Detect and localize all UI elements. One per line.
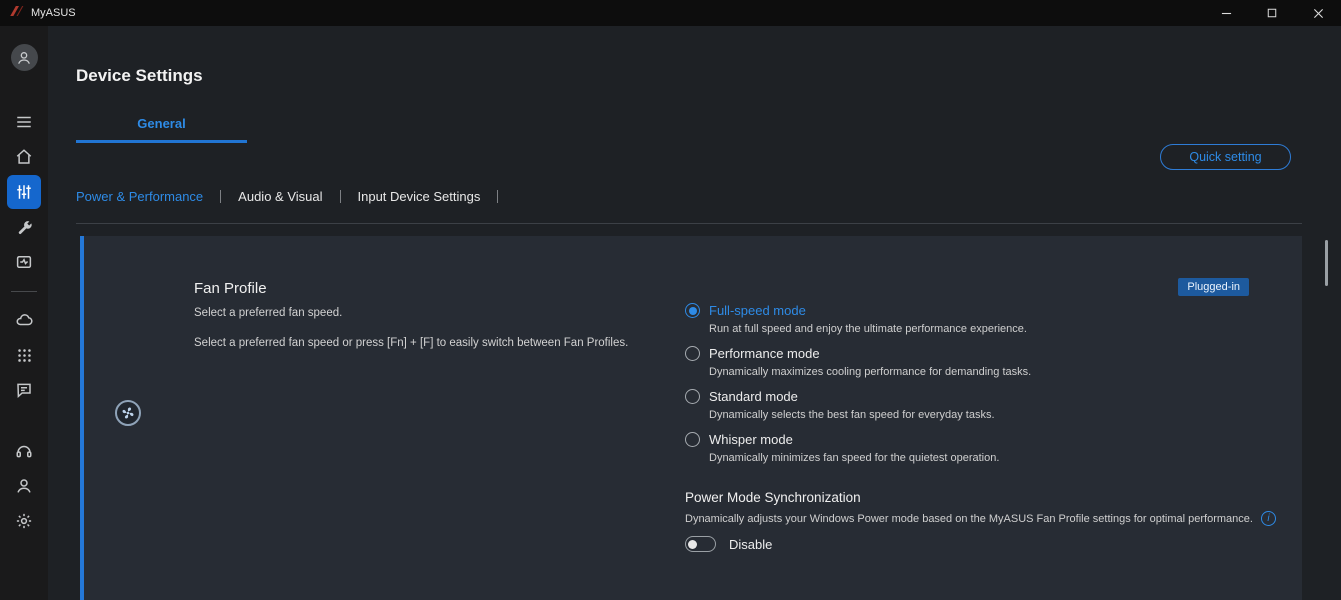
option-label: Standard mode (709, 389, 798, 404)
titlebar: MyASUS (0, 0, 1341, 26)
subtabs: Power & Performance Audio & Visual Input… (76, 189, 515, 204)
sidebar-item-device-settings[interactable] (7, 175, 41, 209)
home-icon[interactable] (7, 140, 41, 174)
option-label: Whisper mode (709, 432, 793, 447)
option-label: Full-speed mode (709, 303, 806, 318)
hamburger-menu-icon[interactable] (7, 105, 41, 139)
radio-whisper[interactable] (685, 432, 700, 447)
maximize-icon[interactable] (1249, 0, 1295, 26)
quick-setting-button[interactable]: Quick setting (1160, 144, 1291, 170)
option-description: Run at full speed and enjoy the ultimate… (709, 321, 1031, 338)
subtab-input-device-settings[interactable]: Input Device Settings (358, 189, 481, 204)
fan-mode-option: Whisper mode Dynamically minimizes fan s… (685, 429, 1031, 467)
toggle-state-label: Disable (729, 537, 772, 552)
subtab-audio-visual[interactable]: Audio & Visual (238, 189, 322, 204)
subtab-separator (340, 190, 341, 203)
account-user-icon[interactable] (7, 469, 41, 503)
close-icon[interactable] (1295, 0, 1341, 26)
sidebar (0, 26, 48, 600)
sidebar-divider (11, 291, 37, 292)
power-mode-sync-description: Dynamically adjusts your Windows Power m… (685, 513, 1253, 525)
window-controls (1203, 0, 1341, 26)
power-mode-sync-toggle[interactable] (685, 536, 716, 552)
fan-profile-subtitle: Select a preferred fan speed. (194, 307, 342, 319)
tools-wrench-icon[interactable] (7, 210, 41, 244)
plugged-in-status-badge: Plugged-in (1178, 278, 1249, 296)
info-icon[interactable]: i (1261, 511, 1276, 526)
radio-standard[interactable] (685, 389, 700, 404)
app-identity: MyASUS (0, 4, 76, 22)
subtab-power-performance[interactable]: Power & Performance (76, 189, 203, 204)
option-description: Dynamically minimizes fan speed for the … (709, 450, 1031, 467)
cloud-icon[interactable] (7, 303, 41, 337)
fan-mode-performance[interactable]: Performance mode (685, 343, 1031, 364)
fan-mode-whisper[interactable]: Whisper mode (685, 429, 1031, 450)
option-description: Dynamically selects the best fan speed f… (709, 407, 1031, 424)
fan-mode-option: Full-speed mode Run at full speed and en… (685, 300, 1031, 338)
minimize-icon[interactable] (1203, 0, 1249, 26)
user-avatar[interactable] (11, 44, 38, 71)
option-label: Performance mode (709, 346, 820, 361)
subtab-separator (497, 190, 498, 203)
apps-grid-icon[interactable] (7, 338, 41, 372)
main-content: Device Settings General Quick setting Po… (48, 26, 1341, 600)
section-divider (76, 223, 1302, 224)
messages-icon[interactable] (7, 373, 41, 407)
fan-profile-hint: Select a preferred fan speed or press [F… (194, 337, 739, 349)
power-mode-synchronization-section: Power Mode Synchronization Dynamically a… (685, 490, 1276, 552)
option-description: Dynamically maximizes cooling performanc… (709, 364, 1031, 381)
radio-performance[interactable] (685, 346, 700, 361)
fan-mode-option: Performance mode Dynamically maximizes c… (685, 343, 1031, 381)
vertical-scrollbar-thumb[interactable] (1325, 240, 1328, 286)
system-diagnosis-icon[interactable] (7, 245, 41, 279)
power-performance-panel: Plugged-in Fan Profile Select a preferre… (80, 236, 1302, 600)
fan-mode-options: Full-speed mode Run at full speed and en… (685, 300, 1031, 472)
myasus-logo-icon (9, 4, 24, 22)
support-headset-icon[interactable] (7, 434, 41, 468)
settings-gear-icon[interactable] (7, 504, 41, 538)
subtab-separator (220, 190, 221, 203)
toggle-knob (688, 540, 697, 549)
fan-mode-full-speed[interactable]: Full-speed mode (685, 300, 1031, 321)
radio-full-speed[interactable] (685, 303, 700, 318)
power-mode-sync-title: Power Mode Synchronization (685, 490, 1276, 505)
fan-mode-option: Standard mode Dynamically selects the be… (685, 386, 1031, 424)
page-title: Device Settings (76, 66, 203, 86)
app-title: MyASUS (31, 7, 76, 19)
tab-general[interactable]: General (76, 116, 247, 143)
fan-icon (115, 400, 141, 426)
fan-profile-title: Fan Profile (194, 280, 267, 297)
fan-mode-standard[interactable]: Standard mode (685, 386, 1031, 407)
